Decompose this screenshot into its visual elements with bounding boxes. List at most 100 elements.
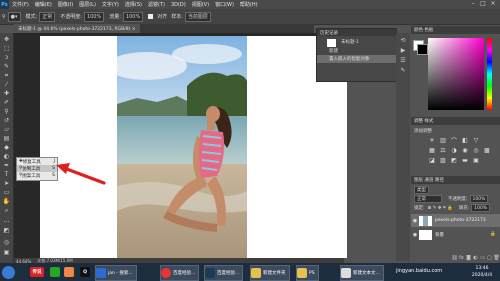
blend-mode-select[interactable]: 正常	[414, 195, 442, 203]
eyedropper-tool-icon[interactable]: ⁄	[2, 81, 11, 88]
taskbar-window-jingyan[interactable]: 百度经验...	[160, 265, 200, 281]
history-state[interactable]: 新建	[317, 47, 396, 55]
channel-mixer-icon[interactable]: ◎	[472, 147, 480, 154]
hue-slider[interactable]	[487, 38, 492, 110]
layer-opacity-input[interactable]: 100%	[469, 195, 489, 203]
pen-tool-icon[interactable]: ✒	[2, 162, 11, 169]
flyout-item-pattern[interactable]: ⚲ 图案工具 S	[17, 172, 57, 179]
sample-select[interactable]: 当前图层	[184, 11, 211, 22]
menu-type[interactable]: 文字(Y)	[102, 1, 119, 8]
link-layers-icon[interactable]: ⛓	[451, 255, 458, 261]
posterize-icon[interactable]: ▨	[439, 157, 447, 164]
layer-row-background[interactable]: ◉ 背景 🔒	[411, 228, 500, 241]
flyout-item-clone[interactable]: ⚲ 仿制工具 S	[17, 165, 57, 172]
menu-window[interactable]: 窗口(W)	[215, 1, 234, 8]
taskbar-app-colorful[interactable]	[64, 265, 76, 279]
menu-file[interactable]: 文件(F)	[12, 1, 29, 8]
taskbar-app-red[interactable]: 传说	[30, 265, 46, 279]
document-tab[interactable]: 未标题-1 @ 44.6% (pexels-photo-3722173, RGB…	[14, 24, 140, 33]
menu-select[interactable]: 选择(S)	[125, 1, 142, 8]
fill-input[interactable]: 100%	[471, 204, 491, 212]
menu-help[interactable]: 帮助(H)	[240, 1, 258, 8]
taskbar-window-search[interactable]: jan - 搜索...	[95, 265, 137, 281]
align-checkbox[interactable]	[148, 14, 154, 19]
gradient-map-icon[interactable]: ▬	[461, 157, 469, 164]
adjustments-panel-title[interactable]: 调整 样式	[414, 118, 433, 124]
clone-stamp-tool-icon[interactable]: ⚲	[2, 108, 11, 115]
history-brush-tool-icon[interactable]: ↺	[2, 117, 11, 124]
menu-layer[interactable]: 图层(L)	[79, 1, 96, 8]
quick-select-tool-icon[interactable]: ✎	[2, 63, 11, 70]
layer-style-icon[interactable]: fx	[458, 255, 465, 261]
edit-toolbar-icon[interactable]: …	[2, 217, 11, 224]
color-panel-title[interactable]: 颜色 色板	[414, 27, 433, 33]
taskbar-window-folder[interactable]: 新建文件夹	[250, 265, 290, 281]
threshold-icon[interactable]: ◩	[450, 157, 458, 164]
brush-preset-picker[interactable]: ●▾	[7, 11, 21, 22]
taskbar-window-jingyan-2[interactable]: 百度经验...	[204, 265, 244, 281]
healing-brush-tool-icon[interactable]: ✚	[2, 90, 11, 97]
quick-mask-icon[interactable]: ◎	[2, 239, 11, 246]
path-select-tool-icon[interactable]: ➤	[2, 180, 11, 187]
visibility-eye-icon[interactable]: ◉	[411, 232, 419, 238]
color-swatches-icon[interactable]: ◩	[2, 227, 11, 234]
blur-tool-icon[interactable]: ◆	[2, 144, 11, 151]
flow-input[interactable]: 100%	[122, 11, 144, 22]
layer-row-photo[interactable]: ◉ pexels-photo-3722173	[411, 214, 500, 227]
screen-mode-icon[interactable]: ▣	[2, 249, 11, 256]
hand-tool-icon[interactable]: ✋	[2, 198, 11, 205]
new-layer-icon[interactable]: ▢	[486, 255, 493, 261]
dodge-tool-icon[interactable]: ◐	[2, 153, 11, 160]
layers-panel-title[interactable]: 图层 通道 路径	[414, 177, 444, 183]
history-state-active[interactable]: 置入嵌入的智能对象	[317, 55, 396, 63]
taskbar-app-green[interactable]	[50, 265, 62, 279]
system-clock[interactable]: 13:46 2020/4/4	[466, 265, 498, 279]
layer-name[interactable]: 背景	[435, 232, 444, 238]
taskbar-window-ps[interactable]: PS	[296, 265, 319, 281]
marquee-tool-icon[interactable]: ⬚	[2, 45, 11, 52]
menu-edit[interactable]: 编辑(E)	[35, 1, 52, 8]
move-tool-icon[interactable]: ✥	[2, 36, 11, 43]
curves-icon[interactable]: ⌒	[450, 137, 458, 145]
color-lookup-icon[interactable]: ▩	[483, 147, 491, 154]
lasso-tool-icon[interactable]: ↄ	[2, 54, 11, 61]
clone-stamp-icon[interactable]: ⚲	[2, 14, 6, 20]
mode-select[interactable]: 正常	[39, 11, 56, 22]
layer-kind-filter[interactable]: 类型	[414, 186, 429, 194]
history-icon[interactable]: ⟲	[399, 37, 407, 44]
exposure-icon[interactable]: ◧	[461, 137, 469, 144]
visibility-eye-icon[interactable]: ◉	[411, 218, 419, 224]
taskbar-app-qq[interactable]: Q	[80, 265, 92, 279]
start-button[interactable]	[2, 265, 17, 279]
adjustment-layer-icon[interactable]: ◐	[472, 255, 479, 261]
selective-color-icon[interactable]: ▣	[472, 157, 480, 164]
photo-filter-icon[interactable]: ◉	[461, 147, 469, 154]
levels-icon[interactable]: ▥	[439, 137, 447, 144]
properties-icon[interactable]: ☰	[399, 57, 407, 64]
invert-icon[interactable]: ◪	[428, 157, 436, 164]
color-balance-icon[interactable]: ⚖	[439, 147, 447, 154]
delete-layer-icon[interactable]: 🗑	[493, 255, 500, 261]
brush-tool-icon[interactable]: ✐	[2, 99, 11, 106]
lock-icons[interactable]: ⊞ ✎ ✥ ⌗ 🔒	[428, 205, 453, 211]
minimize-button[interactable]: –	[468, 0, 478, 7]
menu-3d[interactable]: 3D(D)	[171, 2, 186, 8]
background-color-swatch[interactable]	[417, 44, 428, 55]
gradient-tool-icon[interactable]: ▤	[2, 135, 11, 142]
crop-tool-icon[interactable]: ⌗	[2, 72, 11, 79]
shape-tool-icon[interactable]: ▭	[2, 189, 11, 196]
brush-settings-icon[interactable]: ✎	[399, 67, 407, 74]
menu-view[interactable]: 视图(V)	[192, 1, 209, 8]
layer-mask-icon[interactable]: ◙	[465, 255, 472, 261]
group-icon[interactable]: ▭	[479, 255, 486, 261]
eraser-tool-icon[interactable]: ▱	[2, 126, 11, 133]
brightness-icon[interactable]: ☀	[428, 137, 436, 144]
actions-icon[interactable]: ▶	[399, 47, 407, 54]
history-snapshot-thumb[interactable]	[327, 39, 336, 47]
black-white-icon[interactable]: ◑	[450, 147, 458, 154]
maximize-button[interactable]: □	[478, 0, 488, 7]
opacity-input[interactable]: 100%	[83, 11, 105, 22]
vibrance-icon[interactable]: ▽	[472, 137, 480, 144]
type-tool-icon[interactable]: T	[2, 171, 11, 178]
menu-filter[interactable]: 滤镜(T)	[148, 1, 165, 8]
